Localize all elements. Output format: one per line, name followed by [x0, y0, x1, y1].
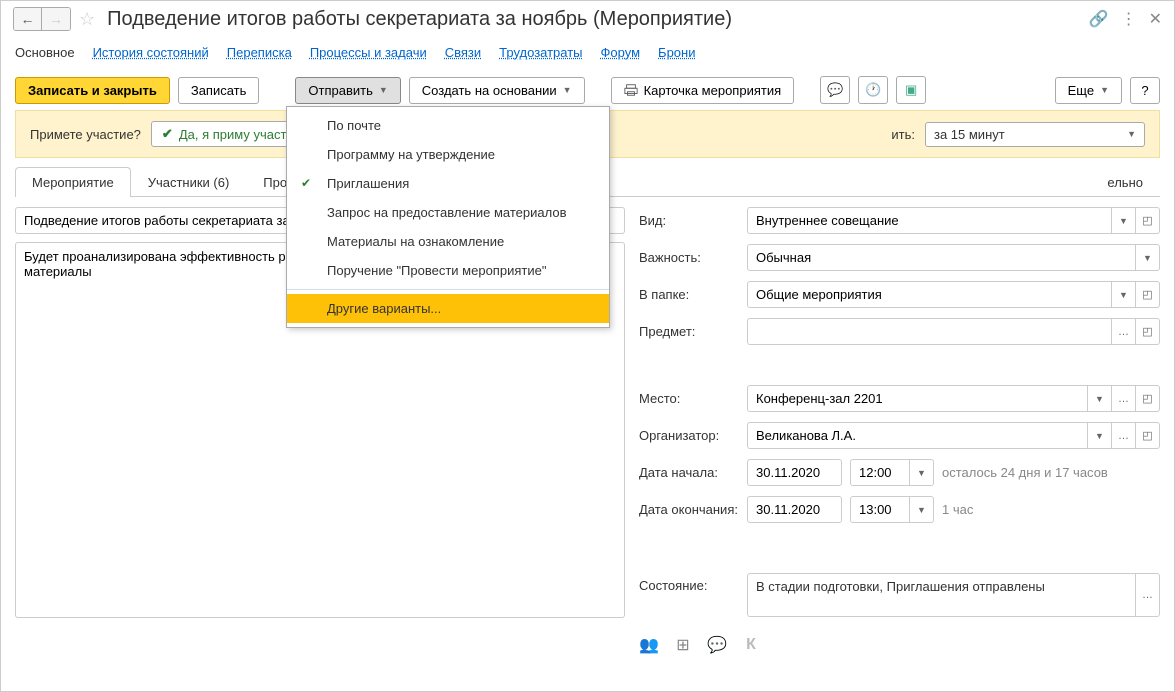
organizer-select-button[interactable]: … — [1112, 422, 1136, 449]
end-time-dropdown-button[interactable]: ▼ — [910, 496, 934, 523]
duration-text: 1 час — [942, 502, 973, 517]
reminder-select[interactable]: за 15 минут ▼ — [925, 122, 1145, 147]
help-button[interactable]: ? — [1130, 77, 1160, 104]
folder-input[interactable] — [747, 281, 1112, 308]
nav-tab-history[interactable]: История состояний — [93, 45, 209, 60]
type-open-button[interactable]: ◰ — [1136, 207, 1160, 234]
close-icon[interactable]: ✕ — [1149, 9, 1162, 29]
favorite-star-icon[interactable]: ☆ — [79, 9, 95, 30]
folder-label: В папке: — [639, 287, 739, 302]
check-icon: ✔ — [162, 126, 173, 142]
chat-icon-button[interactable]: 💬 — [820, 76, 850, 104]
menu-item-invitations[interactable]: ✔ Приглашения — [287, 169, 609, 198]
type-label: Вид: — [639, 213, 739, 228]
kebab-menu-icon[interactable]: ⋮ — [1121, 9, 1137, 29]
event-card-button[interactable]: Карточка мероприятия — [611, 77, 795, 104]
status-label: Состояние: — [639, 573, 739, 593]
save-close-button[interactable]: Записать и закрыть — [15, 77, 170, 104]
type-dropdown-button[interactable]: ▼ — [1112, 207, 1136, 234]
subtab-event[interactable]: Мероприятие — [15, 167, 131, 197]
nav-tab-bookings[interactable]: Брони — [658, 45, 695, 60]
folder-dropdown-button[interactable]: ▼ — [1112, 281, 1136, 308]
menu-item-other-variants[interactable]: Другие варианты... — [287, 294, 609, 323]
place-input[interactable] — [747, 385, 1088, 412]
end-date-input[interactable] — [747, 496, 842, 523]
participation-question: Примете участие? — [30, 127, 141, 142]
place-select-button[interactable]: … — [1112, 385, 1136, 412]
menu-item-task-conduct[interactable]: Поручение "Провести мероприятие" — [287, 256, 609, 285]
organizer-dropdown-button[interactable]: ▼ — [1088, 422, 1112, 449]
start-date-label: Дата начала: — [639, 465, 739, 480]
nav-tab-processes[interactable]: Процессы и задачи — [310, 45, 427, 60]
nav-tab-correspondence[interactable]: Переписка — [227, 45, 292, 60]
send-button[interactable]: Отправить ▼ — [295, 77, 400, 104]
caret-down-icon: ▼ — [563, 85, 572, 95]
type-input[interactable] — [747, 207, 1112, 234]
clock-icon-button[interactable]: 🕐 — [858, 76, 888, 104]
menu-item-program-approval[interactable]: Программу на утверждение — [287, 140, 609, 169]
caret-down-icon: ▼ — [1127, 129, 1136, 139]
subtab-participants[interactable]: Участники (6) — [131, 167, 247, 197]
add-icon-button[interactable]: ▣ — [896, 76, 926, 104]
k-icon[interactable]: К — [741, 635, 761, 655]
print-icon — [624, 83, 638, 97]
forward-button[interactable]: → — [42, 8, 70, 30]
caret-down-icon: ▼ — [1100, 85, 1109, 95]
place-open-button[interactable]: ◰ — [1136, 385, 1160, 412]
place-dropdown-button[interactable]: ▼ — [1088, 385, 1112, 412]
menu-separator — [287, 289, 609, 290]
remind-label: ить: — [891, 127, 915, 142]
nav-tab-labor[interactable]: Трудозатраты — [499, 45, 582, 60]
subject-open-button[interactable]: ◰ — [1136, 318, 1160, 345]
importance-input[interactable] — [747, 244, 1136, 271]
window-title: Подведение итогов работы секретариата за… — [107, 8, 1081, 31]
organizer-input[interactable] — [747, 422, 1088, 449]
users-icon[interactable]: 👥 — [639, 635, 659, 655]
organizer-open-button[interactable]: ◰ — [1136, 422, 1160, 449]
importance-dropdown-button[interactable]: ▼ — [1136, 244, 1160, 271]
start-time-dropdown-button[interactable]: ▼ — [910, 459, 934, 486]
start-date-input[interactable] — [747, 459, 842, 486]
place-label: Место: — [639, 391, 739, 406]
caret-down-icon: ▼ — [379, 85, 388, 95]
status-field[interactable]: В стадии подготовки, Приглашения отправл… — [747, 573, 1160, 617]
yes-participate-button[interactable]: ✔ Да, я приму участи — [151, 121, 305, 147]
start-time-input[interactable] — [850, 459, 910, 486]
create-based-button[interactable]: Создать на основании ▼ — [409, 77, 585, 104]
nav-buttons: ← → — [13, 7, 71, 31]
folder-open-button[interactable]: ◰ — [1136, 281, 1160, 308]
link-icon[interactable]: 🔗 — [1089, 9, 1109, 29]
subject-field-input[interactable] — [747, 318, 1112, 345]
nav-tab-links[interactable]: Связи — [445, 45, 481, 60]
menu-item-materials-request[interactable]: Запрос на предоставление материалов — [287, 198, 609, 227]
back-button[interactable]: ← — [14, 8, 42, 30]
subject-select-button[interactable]: … — [1112, 318, 1136, 345]
organizer-label: Организатор: — [639, 428, 739, 443]
nav-tab-forum[interactable]: Форум — [601, 45, 641, 60]
nav-tab-main[interactable]: Основное — [15, 45, 75, 60]
menu-item-materials-review[interactable]: Материалы на ознакомление — [287, 227, 609, 256]
end-time-input[interactable] — [850, 496, 910, 523]
chat-bubbles-icon[interactable]: 💬 — [707, 635, 727, 655]
check-icon: ✔ — [301, 176, 311, 190]
more-button[interactable]: Еще ▼ — [1055, 77, 1122, 104]
send-dropdown-menu: По почте Программу на утверждение ✔ Приг… — [286, 106, 610, 328]
save-button[interactable]: Записать — [178, 77, 260, 104]
tree-icon[interactable]: ⊞ — [673, 635, 693, 655]
end-date-label: Дата окончания: — [639, 502, 739, 517]
subtab-additional[interactable]: ельно — [1090, 167, 1160, 197]
importance-label: Важность: — [639, 250, 739, 265]
time-remaining: осталось 24 дня и 17 часов — [942, 465, 1108, 480]
status-select-button[interactable]: … — [1135, 574, 1159, 616]
subject-field-label: Предмет: — [639, 324, 739, 339]
menu-item-by-mail[interactable]: По почте — [287, 111, 609, 140]
